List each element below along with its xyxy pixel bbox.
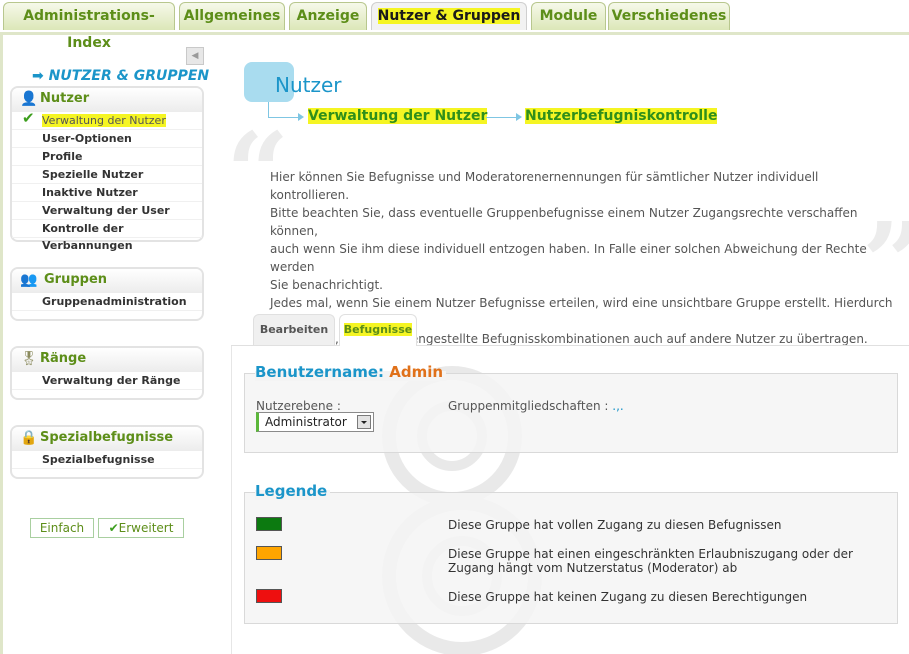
tab-anzeige[interactable]: Anzeige [289, 2, 367, 30]
sidebar-section-title: ➡ NUTZER & GRUPPEN [32, 68, 210, 84]
nutzerebene-select[interactable]: Administrator [256, 412, 374, 432]
sidebar-item-verwaltung-der-raenge[interactable]: Verwaltung der Ränge [12, 372, 202, 390]
erweitert-button[interactable]: ✔Erweitert [98, 518, 184, 538]
sidebar-item-profile[interactable]: Profile [12, 148, 202, 166]
tab-nutzer-gruppen[interactable]: Nutzer & Gruppen [371, 2, 527, 30]
breadcrumb-verwaltung-der-nutzer[interactable]: Verwaltung der Nutzer [308, 108, 488, 124]
chevron-down-icon [357, 415, 371, 429]
box-header: 👥 Gruppen [12, 269, 202, 293]
legend-text-full-access: Diese Gruppe hat vollen Zugang zu diesen… [448, 518, 782, 532]
sidebar-box-raenge: 🎖 Ränge Verwaltung der Ränge [10, 346, 204, 400]
sidebar-item-kontrolle-der-verbannungen[interactable]: Kontrolle der Verbannungen [12, 220, 202, 252]
checkmark-icon: ✔ [108, 521, 119, 535]
nutzerebene-label: Nutzerebene : [256, 399, 341, 413]
sidebar-box-nutzer: 👤 Nutzer ✔ Verwaltung der Nutzer User-Opti… [10, 86, 204, 252]
sidebar-box-gruppen: 👥 Gruppen Gruppenadministration [10, 267, 204, 321]
legend-text-no-access: Diese Gruppe hat keinen Zugang zu diesen… [448, 590, 808, 604]
lock-icon: 🔒 [20, 430, 38, 446]
sidebar-item-gruppenadministration[interactable]: Gruppenadministration [12, 293, 202, 311]
tab-module[interactable]: Module [531, 2, 606, 30]
legend-text-limited-access: Diese Gruppe hat einen eingeschränkten E… [448, 547, 853, 575]
user-fieldset-legend: Benutzername: Admin [255, 363, 447, 381]
checkmark-icon: ✔ [22, 109, 35, 127]
user-icon: 👤 [20, 91, 38, 107]
arrow-right-icon: ➡ [32, 68, 44, 84]
group-icon: 👥 [20, 272, 38, 288]
tab-bearbeiten[interactable]: Bearbeiten [253, 314, 335, 345]
sidebar-item-spezialbefugnisse[interactable]: Spezialbefugnisse [12, 451, 202, 469]
sidebar-box-spezialbefugnisse: 🔒 Spezialbefugnisse Spezialbefugnisse [10, 425, 204, 479]
breadcrumb-connector [486, 117, 516, 118]
breadcrumb-nutzerbefugniskontrolle: Nutzerbefugniskontrolle [525, 108, 718, 124]
gruppenmitgliedschaften-label: Gruppenmitgliedschaften : .,. [448, 399, 624, 413]
einfach-button[interactable]: Einfach [30, 518, 94, 538]
arrow-right-icon [516, 113, 522, 121]
rank-icon: 🎖 [20, 351, 38, 367]
sidebar-item-inaktive-nutzer[interactable]: Inaktive Nutzer [12, 184, 202, 202]
page-title: Nutzer [275, 73, 342, 97]
sidebar-item-spezielle-nutzer[interactable]: Spezielle Nutzer [12, 166, 202, 184]
username-value: Admin [389, 363, 444, 381]
legend-fieldset-title: Legende [255, 482, 331, 500]
color-swatch-full-access [256, 517, 282, 531]
sidebar-item-verwaltung-der-nutzer[interactable]: ✔ Verwaltung der Nutzer [12, 109, 202, 130]
tab-label: Verschiedenes [611, 8, 727, 24]
sidebar-item-user-optionen[interactable]: User-Optionen [12, 130, 202, 148]
tab-label: Allgemeines [183, 8, 281, 24]
sidebar-item-verwaltung-der-user[interactable]: Verwaltung der User [12, 202, 202, 220]
box-header: 🔒 Spezialbefugnisse [12, 427, 202, 451]
color-swatch-no-access [256, 589, 282, 603]
gruppenmitgliedschaften-value: .,. [612, 399, 624, 413]
box-header: 👤 Nutzer [12, 88, 202, 112]
tab-label: Anzeige [296, 8, 360, 24]
tab-label: Module [539, 8, 598, 24]
box-header: 🎖 Ränge [12, 348, 202, 372]
top-navigation: Administrations-Index Allgemeines Anzeig… [0, 0, 909, 51]
arrow-right-icon [298, 113, 304, 121]
tab-verschiedenes[interactable]: Verschiedenes [608, 2, 730, 30]
tab-administrations-index[interactable]: Administrations-Index [3, 2, 175, 51]
arrow-left-icon: ◀ [191, 51, 199, 61]
color-swatch-limited-access [256, 546, 282, 560]
tab-label: Nutzer & Gruppen [377, 8, 521, 24]
tab-allgemeines[interactable]: Allgemeines [179, 2, 285, 30]
tab-befugnisse[interactable]: Befugnisse [339, 314, 417, 346]
collapse-sidebar-button[interactable]: ◀ [186, 47, 204, 65]
